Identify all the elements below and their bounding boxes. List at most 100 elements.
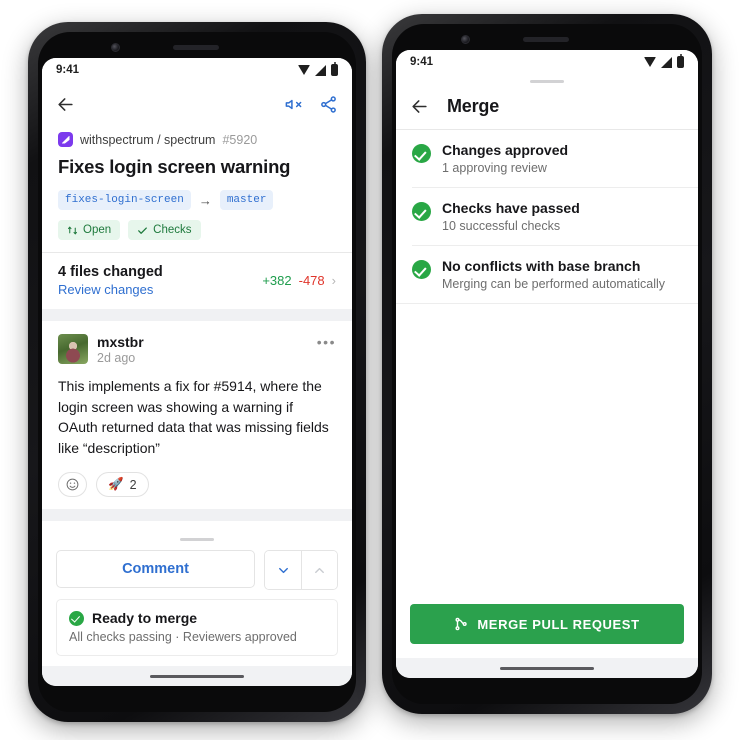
back-arrow-icon[interactable] [410, 97, 429, 116]
phone-bezel-left: 9:41 withspectrum / spectrum #5920 Fixes… [38, 32, 356, 712]
earpiece-speaker [173, 45, 219, 50]
status-bar-icons [644, 54, 684, 68]
home-indicator-area [42, 666, 352, 686]
chevron-up-icon[interactable] [301, 551, 337, 589]
reaction-rocket[interactable]: 🚀 2 [96, 472, 149, 498]
earpiece-speaker [523, 37, 569, 42]
status-bar: 9:41 [396, 50, 698, 74]
screen-merge: 9:41 Merge Changes approved 1 approving … [396, 50, 698, 678]
list-item-title: Checks have passed [442, 200, 580, 216]
comment-timestamp: 2d ago [97, 351, 136, 365]
list-item-title: No conflicts with base branch [442, 258, 641, 274]
repository-line[interactable]: withspectrum / spectrum #5920 [58, 132, 336, 147]
phone-device-right: 9:41 Merge Changes approved 1 approving … [382, 14, 712, 714]
spectrum-logo-icon [58, 132, 73, 147]
rocket-icon: 🚀 [108, 477, 124, 492]
list-item-text: Changes approved 1 approving review [442, 142, 568, 175]
phone-bezel-right: 9:41 Merge Changes approved 1 approving … [392, 24, 702, 704]
files-changed-count: 4 files changed [58, 264, 163, 280]
list-item-subtitle: Merging can be performed automatically [442, 277, 666, 291]
reaction-count: 2 [129, 477, 137, 492]
status-badge-checks-label: Checks [153, 224, 192, 236]
pull-request-number: #5920 [222, 132, 258, 147]
review-changes-link[interactable]: Review changes [58, 282, 163, 297]
app-bar: Merge [396, 83, 698, 129]
check-circle-icon [412, 260, 431, 279]
files-changed-row[interactable]: 4 files changed Review changes +382 -478… [42, 253, 352, 309]
list-item[interactable]: Checks have passed 10 successful checks [396, 188, 698, 245]
comment-card: mxstbr 2d ago ••• This implements a fix … [42, 321, 352, 510]
screen-pull-request: 9:41 withspectrum / spectrum #5920 Fixes… [42, 58, 352, 686]
smiley-icon [66, 478, 79, 491]
home-indicator[interactable] [500, 666, 594, 670]
chevron-down-icon[interactable] [265, 551, 301, 589]
list-item-subtitle: 10 successful checks [442, 219, 561, 233]
cellular-icon [315, 64, 326, 76]
list-item[interactable]: Changes approved 1 approving review [396, 130, 698, 187]
merge-status-subtitle: All checks passing · Reviewers approved [69, 630, 297, 644]
status-bar: 9:41 [42, 58, 352, 82]
merge-checks-list: Changes approved 1 approving review Chec… [396, 130, 698, 303]
wifi-icon [644, 57, 656, 67]
list-item-title: Changes approved [442, 142, 569, 158]
list-item[interactable]: No conflicts with base branch Merging ca… [396, 246, 698, 303]
home-indicator-area [396, 658, 698, 678]
merge-status-title: Ready to merge [92, 610, 198, 626]
overflow-menu-icon[interactable]: ••• [317, 334, 336, 350]
mute-icon[interactable] [284, 95, 303, 114]
pull-request-icon [67, 225, 78, 235]
back-arrow-icon[interactable] [56, 95, 75, 114]
comment-header: mxstbr 2d ago ••• [58, 334, 336, 365]
branch-row: fixes-login-screen → master [58, 190, 336, 210]
label-row: Open Checks [58, 220, 336, 240]
status-badge-open-label: Open [83, 224, 112, 236]
merge-status-header: Ready to merge [69, 610, 325, 626]
avatar[interactable] [58, 334, 88, 364]
files-changed-text: 4 files changed Review changes [58, 264, 163, 297]
add-reaction-button[interactable] [58, 472, 87, 498]
page-title: Merge [447, 95, 500, 116]
app-bar-actions [284, 95, 338, 114]
cellular-icon [661, 56, 672, 68]
status-bar-time: 9:41 [56, 64, 80, 76]
repository-name: withspectrum / spectrum [80, 132, 216, 147]
sheet-drag-handle[interactable] [180, 538, 214, 541]
sheet-expand-controls [264, 550, 338, 590]
pull-request-content: withspectrum / spectrum #5920 Fixes logi… [42, 126, 352, 531]
merge-pull-request-button[interactable]: MERGE PULL REQUEST [410, 604, 684, 644]
wifi-icon [298, 65, 310, 75]
list-item-text: No conflicts with base branch Merging ca… [442, 258, 665, 291]
check-circle-icon [412, 144, 431, 163]
screenshot-stage: 9:41 withspectrum / spectrum #5920 Fixes… [0, 0, 740, 740]
battery-icon [331, 62, 338, 76]
home-indicator[interactable] [150, 674, 244, 678]
front-camera-icon [461, 35, 470, 44]
arrow-right-icon: → [198, 192, 212, 208]
bottom-sheet: Comment Ready to merge All checks passin… [42, 531, 352, 666]
status-bar-icons [298, 62, 338, 76]
base-branch-chip[interactable]: master [219, 190, 274, 210]
share-icon[interactable] [319, 95, 338, 114]
merge-footer: MERGE PULL REQUEST [396, 594, 698, 658]
deletions-count: -478 [298, 273, 325, 288]
comment-author[interactable]: mxstbr [97, 334, 308, 350]
front-camera-icon [111, 43, 120, 52]
section-gap [42, 309, 352, 321]
phone-device-left: 9:41 withspectrum / spectrum #5920 Fixes… [28, 22, 366, 722]
status-bar-time: 9:41 [410, 56, 434, 68]
list-item-subtitle: 1 approving review [442, 161, 547, 175]
comment-author-meta: mxstbr 2d ago [97, 334, 308, 365]
status-badge-open: Open [58, 220, 121, 240]
merge-empty-area [396, 303, 698, 594]
page-title: Fixes login screen warning [58, 156, 291, 177]
comment-button[interactable]: Comment [56, 550, 255, 588]
additions-count: +382 [262, 273, 292, 288]
pull-request-header: withspectrum / spectrum #5920 Fixes logi… [42, 126, 352, 252]
app-bar [42, 82, 352, 126]
reaction-bar: 🚀 2 [58, 472, 336, 498]
merge-status-card[interactable]: Ready to merge All checks passing · Revi… [56, 599, 338, 656]
check-icon [138, 226, 148, 234]
head-branch-chip[interactable]: fixes-login-screen [58, 190, 191, 210]
battery-icon [677, 54, 684, 68]
merge-button-label: MERGE PULL REQUEST [477, 616, 640, 632]
